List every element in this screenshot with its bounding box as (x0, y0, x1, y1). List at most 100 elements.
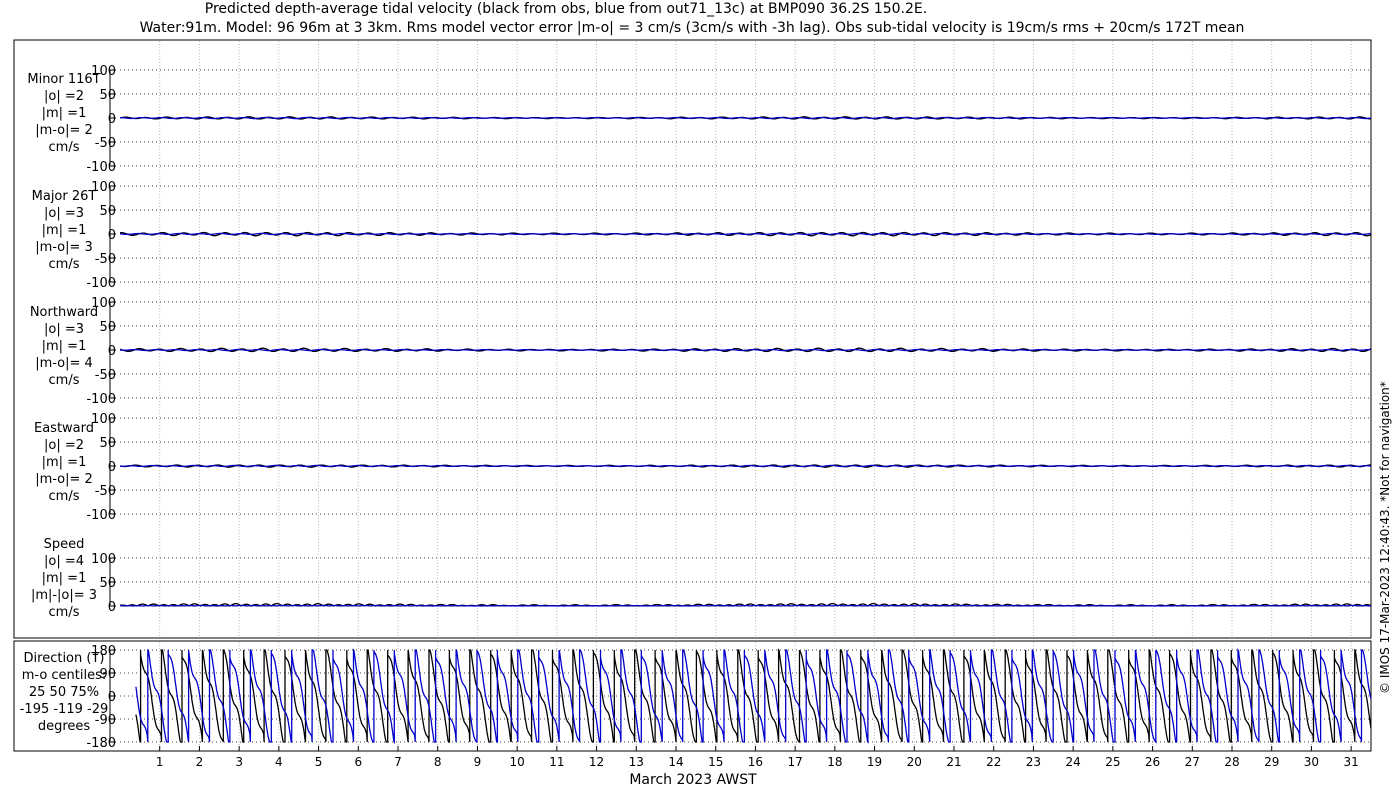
x-tick-label: 14 (668, 755, 683, 769)
x-tick-label: 3 (235, 755, 243, 769)
panel-label-north: |m| =1 (42, 339, 87, 354)
y-tick-label: -100 (86, 392, 116, 407)
figure-title-line2: Water:91m. Model: 96 96m at 3 3km. Rms m… (140, 20, 1245, 36)
y-tick-label: 50 (99, 436, 116, 451)
panel-label-speed: Speed (44, 537, 85, 552)
panel-label-north: |m-o|= 4 (35, 356, 93, 371)
panel-label-minor: cm/s (49, 140, 80, 155)
panel-north: Northward |o| =3 |m| =1 |m-o|= 4 cm/s 100 50 0 -… (30, 296, 1372, 407)
y-tick-label: 100 (91, 412, 116, 427)
y-tick-label: 0 (108, 600, 116, 615)
x-tick-label: 11 (549, 755, 564, 769)
panel-label-minor: |m-o|= 2 (35, 123, 93, 138)
panel-label-north: cm/s (49, 373, 80, 388)
series-model-east (120, 464, 1371, 468)
series-model-major (120, 232, 1371, 236)
y-tick-label: -50 (95, 252, 116, 267)
x-tick-label: 27 (1185, 755, 1200, 769)
panel-label-east: |m| =1 (42, 455, 87, 470)
panel-major: Major 26T |o| =3 |m| =1 |m-o|= 3 cm/s 100 50 0 -… (32, 180, 1372, 291)
y-tick-label: 0 (108, 228, 116, 243)
x-tick-label: 25 (1105, 755, 1120, 769)
x-tick-label: 20 (907, 755, 922, 769)
x-tick-label: 30 (1304, 755, 1319, 769)
x-axis-label: March 2023 AWST (629, 772, 757, 788)
panel-east: Eastward |o| =2 |m| =1 |m-o|= 2 cm/s 100 50 0 -5… (34, 412, 1371, 523)
panel-label-speed: |o| =4 (44, 554, 84, 569)
x-tick-label: 12 (589, 755, 604, 769)
x-tick-label: 1 (156, 755, 164, 769)
y-tick-label: -50 (95, 136, 116, 151)
panels: Minor 116T |o| =2 |m| =1 |m-o|= 2 cm/s 100 50 0… (20, 41, 1372, 751)
y-tick-label: 0 (108, 460, 116, 475)
upper-axes-frame (13, 39, 1372, 639)
panel-label-minor: |m| =1 (42, 106, 87, 121)
x-tick-label: 23 (1026, 755, 1041, 769)
panel-minor: Minor 116T |o| =2 |m| =1 |m-o|= 2 cm/s 100 50 0… (27, 64, 1371, 175)
copyright-note: © IMOS 17-Mar-2023 12:40:43. *Not for na… (1378, 381, 1392, 694)
y-tick-label: -180 (86, 736, 116, 751)
x-tick-label: 28 (1224, 755, 1239, 769)
y-tick-label: 180 (91, 644, 116, 659)
panel-label-east: Eastward (34, 421, 94, 436)
y-tick-label: -100 (86, 508, 116, 523)
x-tick-label: 8 (434, 755, 442, 769)
y-tick-label: 50 (99, 204, 116, 219)
y-tick-label: 0 (108, 112, 116, 127)
y-tick-label: 100 (91, 552, 116, 567)
panel-label-major: |m| =1 (42, 223, 87, 238)
x-tick-label: 7 (394, 755, 402, 769)
panel-label-speed: |m| =1 (42, 571, 87, 586)
x-tick-label: 26 (1145, 755, 1160, 769)
panel-label-direction: m-o centiles: (22, 668, 107, 683)
panel-direction: Direction (T)m-o centiles:25 50 75%-195 … (20, 644, 1372, 751)
panel-label-speed: cm/s (49, 605, 80, 620)
x-tick-label: 31 (1344, 755, 1359, 769)
tidal-velocity-figure: Predicted depth-average tidal velocity (… (13, 1, 1392, 788)
panel-label-north: |o| =3 (44, 322, 84, 337)
x-tick-label: 17 (788, 755, 803, 769)
x-tick-label: 9 (474, 755, 482, 769)
panel-label-east: |m-o|= 2 (35, 472, 93, 487)
y-tick-label: 50 (99, 88, 116, 103)
x-tick-label: 29 (1264, 755, 1279, 769)
x-tick-label: 15 (708, 755, 723, 769)
panel-label-east: cm/s (49, 489, 80, 504)
x-tick-label: 18 (827, 755, 842, 769)
x-tick-label: 10 (510, 755, 525, 769)
x-tick-label: 16 (748, 755, 763, 769)
x-tick-label: 24 (1066, 755, 1081, 769)
x-tick-label: 4 (275, 755, 283, 769)
panel-label-speed: |m|-|o|= 3 (31, 588, 97, 603)
x-axis-ticks: 1 2 3 4 5 6 7 8 9 10 11 12 13 14 15 16 17 18 19 20 21 22 23 24 2… (156, 746, 1359, 769)
x-tick-label: 5 (315, 755, 323, 769)
series-model-minor (120, 116, 1371, 120)
y-tick-label: 100 (91, 64, 116, 79)
y-tick-label: -90 (95, 713, 116, 728)
panel-label-direction: 25 50 75% (29, 685, 99, 700)
x-tick-label: 22 (986, 755, 1001, 769)
y-tick-label: 90 (99, 667, 116, 682)
panel-label-direction: degrees (38, 719, 91, 734)
y-tick-label: -100 (86, 276, 116, 291)
x-tick-label: 13 (629, 755, 644, 769)
y-tick-label: 100 (91, 296, 116, 311)
x-tick-label: 21 (946, 755, 961, 769)
panel-label-north: Northward (30, 305, 98, 320)
series-model-speed (120, 604, 1371, 607)
figure-title-line1: Predicted depth-average tidal velocity (… (205, 1, 927, 17)
x-tick-label: 19 (867, 755, 882, 769)
y-tick-label: 0 (108, 690, 116, 705)
panel-label-major: Major 26T (32, 189, 97, 204)
y-tick-label: 100 (91, 180, 116, 195)
y-tick-label: 50 (99, 576, 116, 591)
y-tick-label: -50 (95, 484, 116, 499)
panel-label-east: |o| =2 (44, 438, 84, 453)
y-tick-label: 50 (99, 320, 116, 335)
day-grid (159, 41, 1352, 750)
y-tick-label: -50 (95, 368, 116, 383)
panel-label-minor: Minor 116T (27, 72, 100, 87)
panel-label-major: |o| =3 (44, 206, 84, 221)
y-tick-label: -100 (86, 160, 116, 175)
panel-label-major: cm/s (49, 257, 80, 272)
